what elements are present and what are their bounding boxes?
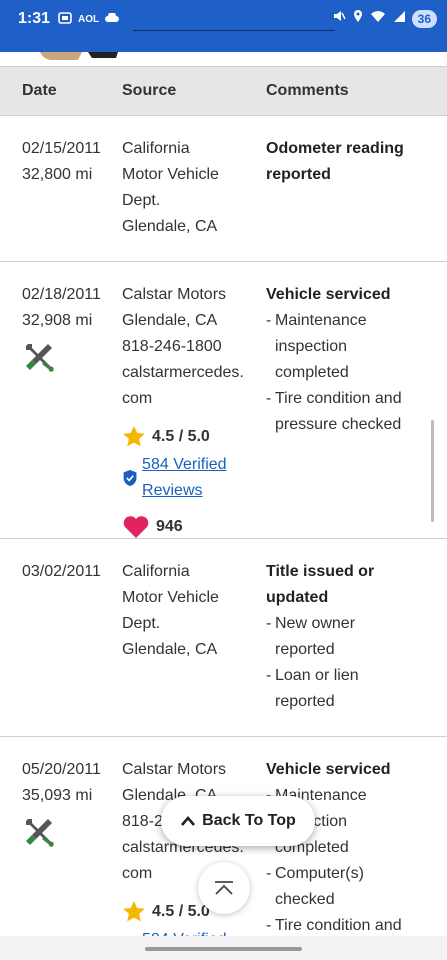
row-source: California Motor Vehicle Dept. Glendale,…	[122, 563, 219, 658]
table-row: 03/02/2011 California Motor Vehicle Dept…	[0, 539, 447, 737]
signal-icon	[392, 10, 406, 28]
cloud-icon	[105, 12, 120, 26]
scrollbar[interactable]	[431, 420, 434, 522]
row-comments: Title issued or updated - New owner repo…	[266, 559, 426, 715]
comment-bullet: - Computer(s) checked	[266, 865, 364, 908]
shop-rating: 4.5 / 5.0	[122, 424, 262, 450]
shield-check-icon	[123, 469, 137, 487]
comment-title: Odometer reading reported	[266, 140, 404, 183]
comment-title: Vehicle serviced	[266, 761, 391, 778]
carrier-tag: AOL	[78, 14, 100, 25]
header-comments: Comments	[266, 82, 349, 99]
comment-title: Vehicle serviced	[266, 286, 391, 303]
vehicle-image	[40, 52, 118, 60]
table-row: 02/15/2011 32,800 mi California Motor Ve…	[0, 116, 447, 262]
mute-icon	[332, 9, 346, 28]
scroll-up-button[interactable]	[198, 862, 250, 914]
row-date: 05/20/2011	[22, 761, 101, 778]
row-source: Calstar Motors Glendale, CA 818-2 calsta…	[122, 757, 262, 960]
website[interactable]: calstarmercedes.	[122, 360, 262, 386]
back-to-top-label: Back To Top	[202, 812, 296, 829]
battery-indicator: 36	[411, 9, 437, 28]
back-to-top-button[interactable]: Back To Top	[161, 796, 315, 846]
row-comments: Vehicle serviced - Maintenance inspectio…	[266, 282, 426, 438]
row-comments: Odometer reading reported	[266, 136, 426, 188]
comment-bullet: - New owner reported	[266, 615, 356, 658]
header-date: Date	[22, 82, 57, 99]
page-header-strip	[0, 38, 447, 52]
wrench-screwdriver-icon	[26, 344, 54, 372]
row-mileage: 32,800 mi	[22, 166, 93, 183]
row-mileage: 32,908 mi	[22, 312, 93, 329]
notch	[133, 30, 335, 31]
status-bar: 1:31 AOL 36	[0, 0, 447, 38]
comment-title: Title issued or updated	[266, 563, 375, 606]
comment-bullet: - Tire condition and pressure checked	[266, 390, 402, 433]
heart-icon[interactable]	[122, 515, 150, 539]
wifi-icon	[370, 10, 386, 28]
favorites-count[interactable]: 946	[122, 514, 262, 540]
row-date: 03/02/2011	[22, 563, 101, 580]
table-header: Date Source Comments	[0, 66, 447, 116]
row-mileage: 35,093 mi	[22, 787, 93, 804]
table-row: 02/18/2011 32,908 mi Calstar Motors Glen…	[0, 262, 447, 539]
wrench-screwdriver-icon	[26, 819, 54, 847]
verified-reviews-link[interactable]: 584 Verified Reviews	[122, 452, 262, 504]
comment-bullet: - Maintenance inspection completed	[266, 312, 367, 381]
row-date: 02/15/2011	[22, 140, 101, 157]
chevron-up-icon	[181, 816, 196, 826]
home-indicator[interactable]	[145, 947, 302, 951]
scroll-top-icon	[215, 881, 233, 895]
star-icon	[123, 426, 145, 447]
screenshot-icon	[58, 12, 72, 27]
header-source: Source	[122, 82, 177, 99]
row-date: 02/18/2011	[22, 286, 101, 303]
table-row: 05/20/2011 35,093 mi Calstar Motors Glen…	[0, 737, 447, 960]
row-comments: Vehicle serviced - Maintenance inspectio…	[266, 757, 426, 939]
status-time: 1:31	[18, 10, 51, 27]
comment-bullet: - Loan or lien reported	[266, 667, 359, 710]
row-source: California Motor Vehicle Dept. Glendale,…	[122, 140, 219, 235]
row-source: Calstar Motors Glendale, CA 818-246-1800…	[122, 282, 262, 540]
phone-number[interactable]: 818-246-1800	[122, 334, 262, 360]
star-icon	[123, 901, 145, 922]
location-icon	[352, 9, 364, 28]
